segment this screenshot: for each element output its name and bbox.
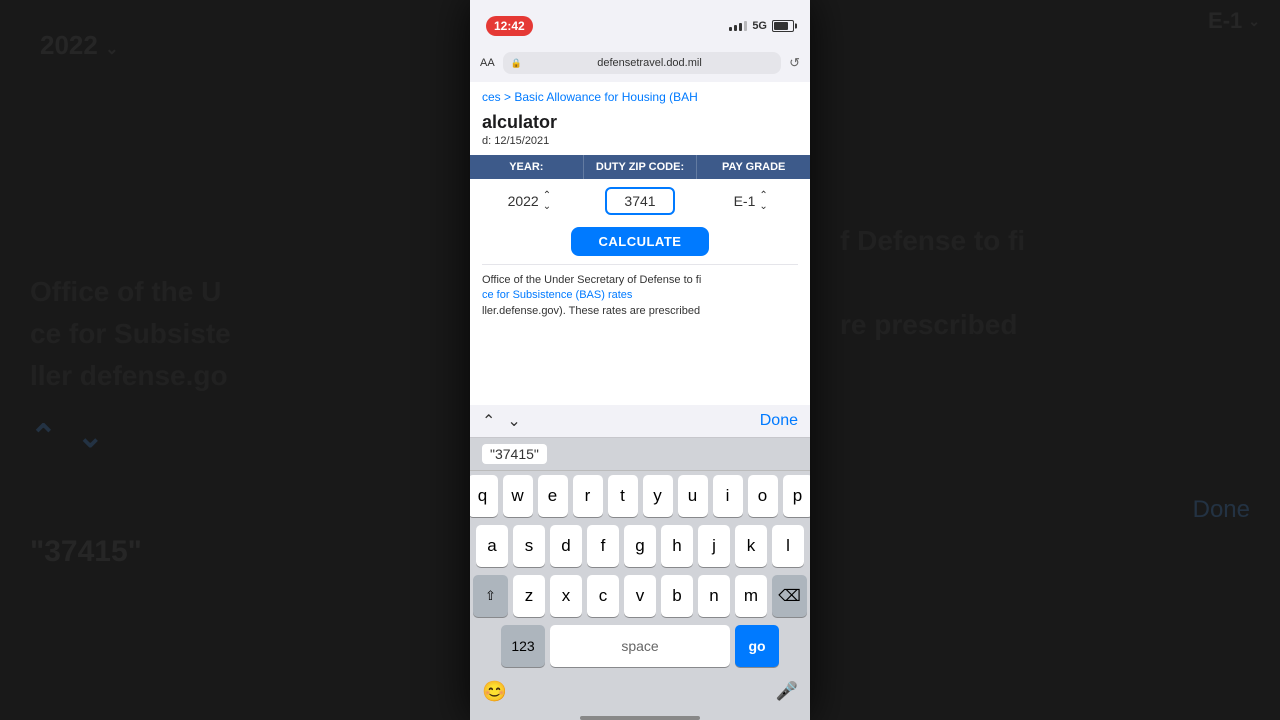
status-right: 5G [729,20,794,32]
key-n[interactable]: n [698,575,730,617]
grade-column-header: PAY GRADE [697,155,810,179]
home-indicator [580,716,700,720]
grade-input-cell: E-1 ⌃⌄ [699,187,802,215]
key-z[interactable]: z [513,575,545,617]
url-bar[interactable]: 🔒 defensetravel.dod.mil [503,52,781,74]
network-type: 5G [752,20,767,32]
signal-bar-3 [739,23,742,31]
numbers-key[interactable]: 123 [501,625,545,667]
calculator-header: YEAR: DUTY ZIP CODE: PAY GRADE [470,155,810,179]
url-text: defensetravel.dod.mil [526,57,773,69]
input-toolbar: ⌃ ⌄ Done [470,405,810,438]
key-c[interactable]: c [587,575,619,617]
zip-column-header: DUTY ZIP CODE: [584,155,698,179]
key-k[interactable]: k [735,525,767,567]
keyboard: q w e r t y u i o p a s d f g [470,471,810,673]
key-y[interactable]: y [643,475,673,517]
key-m[interactable]: m [735,575,767,617]
status-bar: 12:42 5G [470,0,810,44]
key-d[interactable]: d [550,525,582,567]
key-h[interactable]: h [661,525,693,567]
key-g[interactable]: g [624,525,656,567]
phone-frame: 12:42 5G AA 🔒 defensetravel.dod.mil [470,0,810,720]
signal-bars [729,21,747,31]
bottom-bar: 😊 🎤 [470,673,810,712]
emoji-key[interactable]: 😊 [482,679,507,704]
body-text: Office of the Under Secretary of Defense… [470,265,810,327]
page-title: alculator [482,112,798,133]
mic-key[interactable]: 🎤 [776,681,798,702]
toolbar-down-arrow[interactable]: ⌄ [507,411,520,431]
grade-select[interactable]: E-1 ⌃⌄ [734,187,768,215]
key-j[interactable]: j [698,525,730,567]
autocomplete-suggestion[interactable]: "37415" [482,444,547,464]
signal-bar-2 [734,25,737,31]
key-w[interactable]: w [503,475,533,517]
go-key[interactable]: go [735,625,779,667]
key-t[interactable]: t [608,475,638,517]
grade-value: E-1 [734,193,756,209]
signal-bar-1 [729,27,732,31]
calculator-inputs: 2022 ⌃⌄ E-1 ⌃⌄ [470,179,810,223]
space-key[interactable]: space [550,625,730,667]
page-updated: d: 12/15/2021 [482,135,798,147]
refresh-icon[interactable]: ↺ [789,55,800,71]
zip-input[interactable] [605,187,675,215]
key-o[interactable]: o [748,475,778,517]
toolbar-done-button[interactable]: Done [760,412,798,430]
body-text-line1: Office of the Under Secretary of Defense… [482,274,701,286]
year-input-cell: 2022 ⌃⌄ [478,187,581,215]
key-u[interactable]: u [678,475,708,517]
key-i[interactable]: i [713,475,743,517]
grade-chevron-icon: ⌃⌄ [759,190,767,212]
key-v[interactable]: v [624,575,656,617]
key-s[interactable]: s [513,525,545,567]
browser-bar: AA 🔒 defensetravel.dod.mil ↺ [470,44,810,82]
delete-key[interactable]: ⌫ [772,575,807,617]
keyboard-area: ⌃ ⌄ Done "37415" q w e r t y u [470,405,810,720]
battery-icon [772,20,794,32]
signal-bar-4 [744,21,747,31]
keyboard-row-1: q w e r t y u i o p [473,475,807,517]
lock-icon: 🔒 [511,58,522,69]
key-l[interactable]: l [772,525,804,567]
key-x[interactable]: x [550,575,582,617]
key-b[interactable]: b [661,575,693,617]
key-e[interactable]: e [538,475,568,517]
page-title-area: alculator d: 12/15/2021 [470,108,810,155]
autocomplete-bar: "37415" [470,438,810,471]
calculate-button[interactable]: CALCULATE [571,227,710,256]
key-r[interactable]: r [573,475,603,517]
key-p[interactable]: p [783,475,811,517]
keyboard-row-3: ⇧ z x c v b n m ⌫ [473,575,807,617]
status-time: 12:42 [486,16,533,36]
key-f[interactable]: f [587,525,619,567]
key-q[interactable]: q [470,475,498,517]
breadcrumb[interactable]: ces > Basic Allowance for Housing (BAH [470,82,810,108]
aa-button[interactable]: AA [480,57,495,69]
year-column-header: YEAR: [470,155,584,179]
body-link[interactable]: ce for Subsistence (BAS) rates [482,289,632,301]
zip-input-cell [589,187,692,215]
page-content: ces > Basic Allowance for Housing (BAH a… [470,82,810,405]
year-select[interactable]: 2022 ⌃⌄ [508,187,552,215]
year-chevron-icon: ⌃⌄ [543,190,551,212]
battery-fill [774,22,788,30]
toolbar-arrows: ⌃ ⌄ [482,411,521,431]
year-value: 2022 [508,193,539,209]
keyboard-row-4: 123 space go [473,625,807,667]
key-a[interactable]: a [476,525,508,567]
body-text-line2: ller.defense.gov). These rates are presc… [482,305,700,317]
shift-key[interactable]: ⇧ [473,575,508,617]
keyboard-row-2: a s d f g h j k l [473,525,807,567]
toolbar-up-arrow[interactable]: ⌃ [482,411,495,431]
